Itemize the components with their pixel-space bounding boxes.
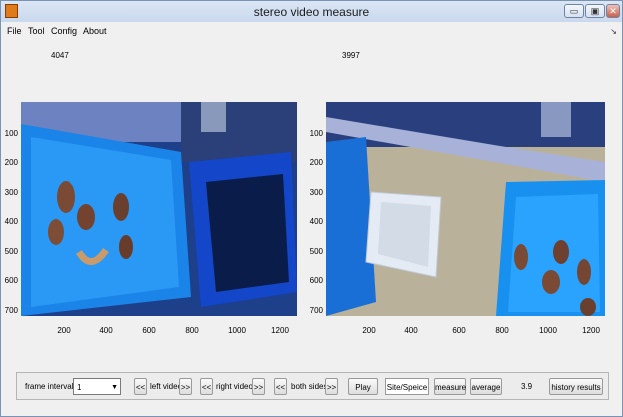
left-video-next-button[interactable]: >> bbox=[179, 378, 192, 395]
right-video-prev-button[interactable]: << bbox=[200, 378, 213, 395]
left-ytick: 100 bbox=[4, 129, 18, 138]
app-window: stereo video measure ▭ ▣ ✕ File Tool Con… bbox=[0, 0, 623, 417]
menu-about[interactable]: About bbox=[83, 26, 107, 36]
maximize-button[interactable]: ▣ bbox=[585, 4, 605, 18]
frame-interval-label: frame interval: bbox=[25, 382, 76, 391]
right-video-label: right video bbox=[216, 382, 253, 391]
minimize-button[interactable]: ▭ bbox=[564, 4, 584, 18]
left-xtick: 1200 bbox=[271, 326, 289, 335]
left-video-axes[interactable]: 100 200 300 400 500 600 700 200 400 600 … bbox=[1, 102, 301, 337]
left-ytick: 700 bbox=[4, 306, 18, 315]
left-frame-number: 4047 bbox=[51, 51, 69, 60]
both-sides-label: both sides bbox=[291, 382, 328, 391]
left-xtick: 400 bbox=[99, 326, 113, 335]
right-ytick: 700 bbox=[309, 306, 323, 315]
left-video-prev-button[interactable]: << bbox=[134, 378, 147, 395]
right-ytick: 400 bbox=[309, 217, 323, 226]
measure-button[interactable]: measure bbox=[434, 378, 466, 395]
dock-arrow-icon[interactable]: ↘ bbox=[610, 27, 617, 36]
frame-interval-value: 1 bbox=[77, 383, 82, 392]
site-species-field[interactable]: Site/Speice bbox=[385, 378, 429, 395]
right-video-frame bbox=[326, 102, 605, 316]
right-xtick: 400 bbox=[404, 326, 418, 335]
left-ytick: 300 bbox=[4, 188, 18, 197]
right-xtick: 1000 bbox=[539, 326, 557, 335]
right-ytick: 300 bbox=[309, 188, 323, 197]
average-value: 3.9 bbox=[521, 382, 533, 391]
frame-interval-select[interactable]: 1 ▼ bbox=[73, 378, 121, 395]
left-video-label: left video bbox=[150, 382, 183, 391]
left-ytick: 600 bbox=[4, 276, 18, 285]
right-ytick: 600 bbox=[309, 276, 323, 285]
chevron-down-icon: ▼ bbox=[111, 384, 118, 391]
control-panel: frame interval: 1 ▼ << left video >> << … bbox=[16, 372, 609, 400]
left-xtick: 200 bbox=[57, 326, 71, 335]
menu-tool[interactable]: Tool bbox=[28, 26, 45, 36]
left-ytick: 500 bbox=[4, 247, 18, 256]
history-results-button[interactable]: history results bbox=[549, 378, 603, 395]
both-sides-prev-button[interactable]: << bbox=[274, 378, 287, 395]
close-button[interactable]: ✕ bbox=[606, 4, 620, 18]
menu-bar: File Tool Config About ↘ bbox=[1, 22, 622, 40]
menu-config[interactable]: Config bbox=[51, 26, 77, 36]
right-xtick: 600 bbox=[452, 326, 466, 335]
left-ytick: 200 bbox=[4, 158, 18, 167]
right-ytick: 500 bbox=[309, 247, 323, 256]
right-frame-number: 3997 bbox=[342, 51, 360, 60]
left-xtick: 1000 bbox=[228, 326, 246, 335]
left-video-frame bbox=[21, 102, 297, 316]
right-video-axes[interactable]: 100 200 300 400 500 600 700 200 400 600 … bbox=[306, 102, 616, 337]
both-sides-next-button[interactable]: >> bbox=[325, 378, 338, 395]
right-video-next-button[interactable]: >> bbox=[252, 378, 265, 395]
right-xtick: 800 bbox=[495, 326, 509, 335]
menu-file[interactable]: File bbox=[7, 26, 22, 36]
play-button[interactable]: Play bbox=[348, 378, 378, 395]
average-button[interactable]: average bbox=[470, 378, 502, 395]
title-bar: stereo video measure ▭ ▣ ✕ bbox=[1, 1, 622, 22]
right-xtick: 200 bbox=[362, 326, 376, 335]
window-title: stereo video measure bbox=[253, 5, 370, 19]
right-ytick: 100 bbox=[309, 129, 323, 138]
left-xtick: 600 bbox=[142, 326, 156, 335]
left-xtick: 800 bbox=[185, 326, 199, 335]
left-ytick: 400 bbox=[4, 217, 18, 226]
right-xtick: 1200 bbox=[582, 326, 600, 335]
right-ytick: 200 bbox=[309, 158, 323, 167]
